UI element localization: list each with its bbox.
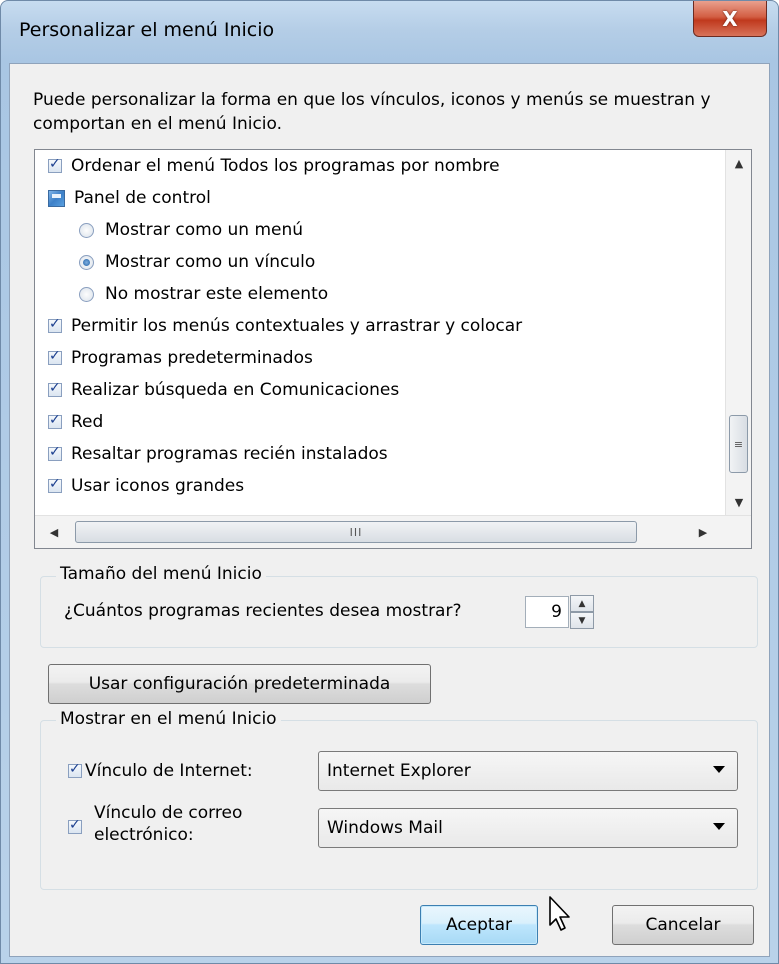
window-title: Personalizar el menú Inicio: [19, 19, 275, 41]
option-label: Ordenar el menú Todos los programas por …: [71, 156, 500, 176]
recent-programs-label: ¿Cuántos programas recientes desea mostr…: [64, 601, 462, 621]
internet-program-select[interactable]: Internet Explorer: [318, 751, 738, 791]
scroll-grip-icon: ≡: [733, 437, 744, 451]
stepper-down-icon[interactable]: ▼: [570, 612, 594, 629]
dialog-description: Puede personalizar la forma en que los v…: [33, 90, 711, 134]
chevron-down-icon: [713, 766, 725, 773]
option-row[interactable]: Permitir los menús contextuales y arrast…: [48, 312, 522, 340]
internet-link-checkbox[interactable]: [68, 761, 82, 778]
horizontal-scrollbar[interactable]: ◀ III ▶: [35, 515, 751, 548]
option-row[interactable]: Usar iconos grandes: [48, 472, 244, 500]
start-menu-options-list[interactable]: Ordenar el menú Todos los programas por …: [34, 149, 752, 549]
options-list-content: Ordenar el menú Todos los programas por …: [35, 150, 725, 515]
vertical-scrollbar[interactable]: ▲ ≡ ▼: [725, 150, 751, 515]
option-checkbox[interactable]: [48, 476, 62, 493]
show-in-start-menu-group-label: Mostrar en el menú Inicio: [56, 709, 281, 729]
option-row[interactable]: Red: [48, 408, 103, 436]
scroll-right-arrow-icon[interactable]: ▶: [690, 519, 716, 545]
option-label: Realizar búsqueda en Comunicaciones: [71, 380, 400, 400]
internet-program-value: Internet Explorer: [327, 761, 471, 781]
mouse-pointer-icon: [549, 896, 570, 931]
customize-start-menu-dialog: Personalizar el menú Inicio X Puede pers…: [0, 0, 779, 964]
option-row[interactable]: Resaltar programas recién instalados: [48, 440, 388, 468]
option-row[interactable]: Ordenar el menú Todos los programas por …: [48, 152, 500, 180]
option-row[interactable]: Programas predeterminados: [48, 344, 313, 372]
scroll-grip-icon: III: [349, 525, 363, 539]
option-label: Usar iconos grandes: [71, 476, 245, 496]
option-row[interactable]: Panel de control: [48, 184, 211, 212]
internet-link-checkbox-row[interactable]: Vínculo de Internet:: [68, 757, 253, 785]
option-radio[interactable]: [79, 286, 94, 302]
scroll-up-arrow-icon[interactable]: ▲: [726, 150, 751, 176]
stepper-up-icon[interactable]: ▲: [570, 595, 594, 612]
email-link-label-line1: Vínculo de correo: [94, 803, 243, 823]
chevron-down-icon: [713, 823, 725, 830]
email-program-value: Windows Mail: [327, 818, 443, 838]
close-icon: X: [722, 6, 738, 31]
option-label: Mostrar como un menú: [105, 220, 304, 240]
email-link-label: Vínculo de correo electrónico:: [94, 802, 242, 846]
option-label: Panel de control: [74, 188, 211, 208]
email-link-checkbox-row[interactable]: [68, 817, 85, 834]
option-row[interactable]: No mostrar este elemento: [79, 280, 328, 308]
option-radio[interactable]: [79, 222, 94, 238]
option-row[interactable]: Mostrar como un menú: [79, 216, 303, 244]
internet-link-label: Vínculo de Internet:: [85, 761, 253, 781]
option-checkbox[interactable]: [48, 156, 62, 173]
option-label: No mostrar este elemento: [105, 284, 329, 304]
horizontal-scroll-thumb[interactable]: III: [75, 521, 637, 543]
email-link-label-line2: electrónico:: [94, 825, 194, 845]
use-default-settings-button[interactable]: Usar configuración predeterminada: [48, 664, 431, 704]
title-bar: Personalizar el menú Inicio X: [1, 1, 778, 61]
email-link-checkbox[interactable]: [68, 817, 82, 834]
recent-programs-stepper: ▲ ▼: [570, 595, 594, 629]
option-checkbox[interactable]: [48, 444, 62, 461]
vertical-scroll-thumb[interactable]: ≡: [729, 415, 748, 473]
option-label: Programas predeterminados: [71, 348, 313, 368]
close-button[interactable]: X: [693, 1, 767, 37]
cancel-button[interactable]: Cancelar: [612, 905, 754, 945]
recent-programs-input[interactable]: 9: [525, 596, 569, 628]
option-label: Permitir los menús contextuales y arrast…: [71, 316, 523, 336]
dialog-client-area: Puede personalizar la forma en que los v…: [9, 63, 770, 957]
email-program-select[interactable]: Windows Mail: [318, 808, 738, 848]
option-radio[interactable]: [79, 254, 94, 270]
ok-button[interactable]: Aceptar: [420, 905, 538, 945]
control-panel-icon: [48, 189, 65, 207]
scroll-down-arrow-icon[interactable]: ▼: [726, 489, 751, 515]
scroll-left-arrow-icon[interactable]: ◀: [41, 519, 67, 545]
option-label: Red: [71, 412, 104, 432]
option-row[interactable]: Realizar búsqueda en Comunicaciones: [48, 376, 399, 404]
option-checkbox[interactable]: [48, 348, 62, 365]
option-checkbox[interactable]: [48, 412, 62, 429]
option-checkbox[interactable]: [48, 316, 62, 333]
option-label: Mostrar como un vínculo: [105, 252, 316, 272]
option-row[interactable]: Mostrar como un vínculo: [79, 248, 315, 276]
start-menu-size-group-label: Tamaño del menú Inicio: [56, 564, 266, 584]
option-checkbox[interactable]: [48, 380, 62, 397]
option-label: Resaltar programas recién instalados: [71, 444, 388, 464]
